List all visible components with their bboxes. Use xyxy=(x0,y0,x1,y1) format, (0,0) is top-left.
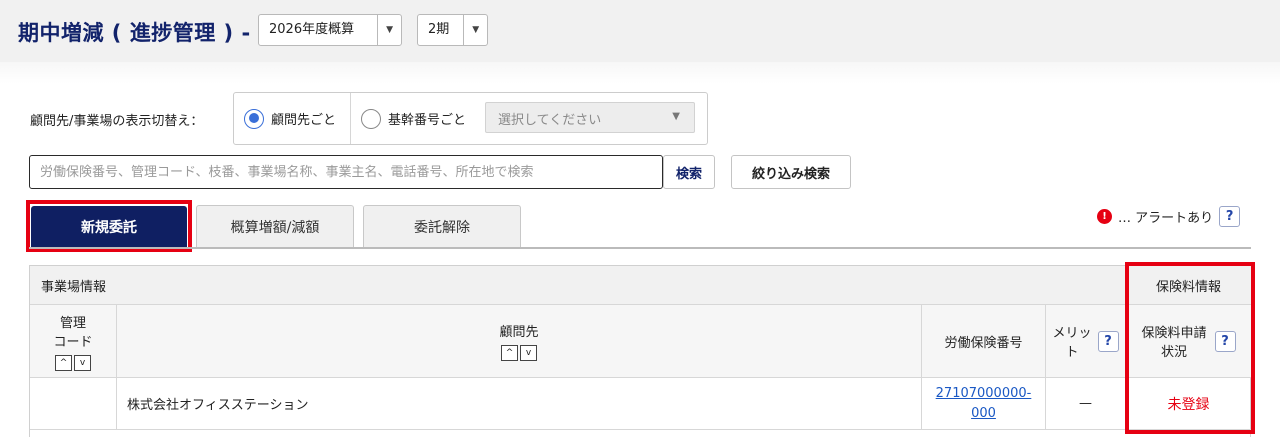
table-cell-premium-status: 未登録 xyxy=(1126,378,1251,430)
col-header-code-line1: 管理 xyxy=(59,315,86,331)
radio-client-label: 顧問先ごと xyxy=(271,113,337,128)
help-icon[interactable]: ? xyxy=(1214,330,1236,352)
tab-underline xyxy=(29,247,1251,249)
base-number-select[interactable]: 選択してください ▼ xyxy=(485,102,695,133)
col-header-client: 顧問先 ^ v xyxy=(117,305,922,378)
page-title: 期中増減 ( 進捗管理 ) - xyxy=(18,21,251,45)
radio-base-number-label: 基幹番号ごと xyxy=(388,113,467,128)
alert-legend: ! … アラートあり ? xyxy=(1097,205,1241,227)
group-premium-info: 保険料情報 xyxy=(1126,265,1251,305)
alert-legend-text: … アラートあり xyxy=(1118,210,1214,226)
sort-asc-icon[interactable]: ^ xyxy=(501,345,518,361)
col-header-code-line2: コード xyxy=(53,334,93,350)
col-header-merit-line2: ト xyxy=(1065,345,1079,360)
insurance-number-link[interactable]: 27107000000- 000 xyxy=(922,378,1046,430)
tab-new-contract[interactable]: 新規委託 xyxy=(31,206,187,247)
sort-desc-icon[interactable]: v xyxy=(520,345,537,361)
tab-estimate-change[interactable]: 概算増額/減額 xyxy=(196,205,354,247)
period-select[interactable]: 2期 ▼ xyxy=(417,14,488,46)
filter-search-button[interactable]: 絞り込み検索 xyxy=(731,155,851,189)
office-table: 事業場情報 保険料情報 管理 コード ^ v 顧問先 ^ v 労働保険番号 メリ… xyxy=(29,265,1251,437)
year-select-value: 2026年度概算 xyxy=(269,22,355,37)
radio-base-number[interactable]: 基幹番号ごと xyxy=(361,93,466,144)
insurance-number-line2[interactable]: 000 xyxy=(971,404,996,424)
table-cell-merit: — xyxy=(1046,378,1126,430)
group-office-info: 事業場情報 xyxy=(30,265,1126,305)
year-select[interactable]: 2026年度概算 ▼ xyxy=(258,14,402,46)
search-input[interactable] xyxy=(29,155,663,189)
col-header-premium-status-text: 保険料申請 状況 xyxy=(1141,322,1206,360)
insurance-number-line1[interactable]: 27107000000- xyxy=(936,384,1032,404)
page-header: 期中増減 ( 進捗管理 ) - 2026年度概算 ▼ 2期 ▼ xyxy=(0,0,1280,62)
table-cell-code xyxy=(30,378,117,430)
sort-controls: ^ v xyxy=(55,354,91,371)
radio-client[interactable]: 顧問先ごと xyxy=(244,93,336,144)
col-header-merit: メリッ ト ? xyxy=(1046,305,1126,378)
radio-unchecked-icon xyxy=(361,108,381,129)
col-header-merit-line1: メリッ xyxy=(1052,326,1092,341)
radio-divider xyxy=(350,93,351,144)
col-header-client-label: 顧問先 xyxy=(499,325,539,340)
tab-cancel-contract[interactable]: 委託解除 xyxy=(363,205,521,247)
chevron-down-icon: ▼ xyxy=(377,15,401,45)
col-header-merit-text: メリッ ト xyxy=(1052,322,1091,360)
sort-asc-icon[interactable]: ^ xyxy=(55,354,72,371)
help-icon[interactable]: ? xyxy=(1097,330,1119,352)
col-header-premium-status: 保険料申請 状況 ? xyxy=(1126,305,1251,378)
period-select-value: 2期 xyxy=(428,22,450,37)
chevron-down-icon: ▼ xyxy=(463,15,487,45)
col-header-premium-status-line2: 状況 xyxy=(1160,345,1187,360)
status-badge: 未登録 xyxy=(1167,396,1210,413)
chevron-down-icon: ▼ xyxy=(672,111,680,122)
col-header-code: 管理 コード ^ v xyxy=(30,305,117,378)
col-header-insurance-number: 労働保険番号 xyxy=(922,305,1046,378)
header-shadow xyxy=(0,62,1280,84)
base-number-select-placeholder: 選択してください xyxy=(498,113,602,128)
sort-desc-icon[interactable]: v xyxy=(74,354,91,371)
help-icon[interactable]: ? xyxy=(1219,205,1241,227)
display-switch-label: 顧問先/事業場の表示切替え： xyxy=(30,114,204,129)
radio-checked-icon xyxy=(244,108,264,129)
sort-controls: ^ v xyxy=(501,345,537,361)
table-cell-client: 株式会社オフィスステーション xyxy=(117,378,922,430)
col-header-premium-status-line1: 保険料申請 xyxy=(1141,326,1207,341)
display-switch-group: 顧問先ごと 基幹番号ごと 選択してください ▼ xyxy=(233,92,708,145)
alert-icon: ! xyxy=(1097,208,1112,224)
search-button[interactable]: 検索 xyxy=(663,155,715,189)
